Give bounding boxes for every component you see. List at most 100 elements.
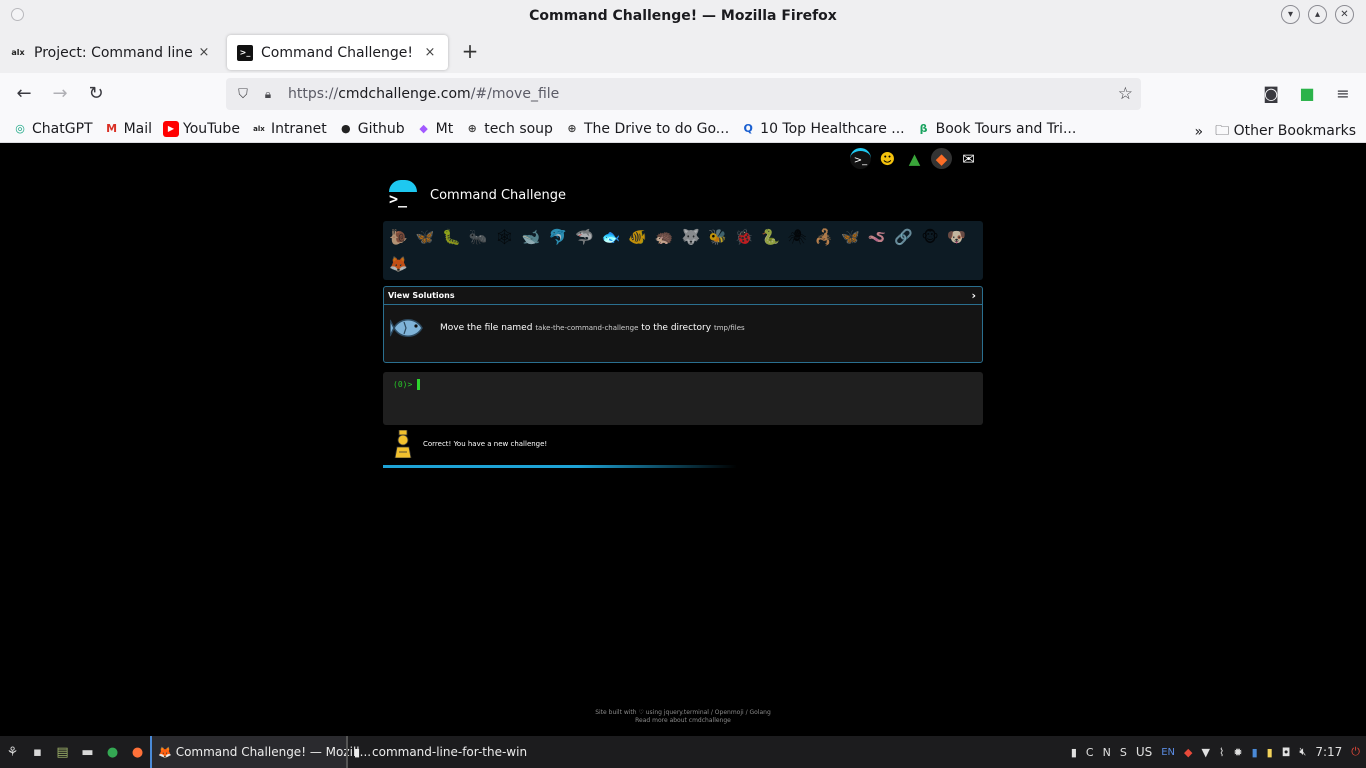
browser-app-icon[interactable]: ● [100,736,125,768]
tab-project-command-line[interactable]: alx Project: Command line fo × [0,35,222,70]
challenge-emoji[interactable]: 🦋 [412,224,439,250]
back-button[interactable]: ← [12,82,36,106]
notes-icon[interactable]: ▮ [1267,746,1273,759]
maximize-button[interactable]: ▴ [1308,5,1327,24]
pocket-icon[interactable]: ◙ [1260,82,1282,104]
new-tab-button[interactable]: + [458,40,482,64]
challenge-emoji[interactable]: 🦈 [571,224,598,250]
bookmark-intranet[interactable]: alx Intranet [251,121,327,137]
challenge-text: Move the file named take-the-command-cha… [440,323,745,333]
bookmark-youtube[interactable]: ▶ YouTube [163,120,240,137]
site-brand[interactable]: >_ Command Challenge [387,180,566,210]
bookmark-tech-soup[interactable]: ⊕ tech soup [464,121,553,137]
challenge-emoji[interactable]: 🕷 [784,224,811,250]
bookmark-the-drive[interactable]: ⊕ The Drive to do Go... [564,121,729,137]
tray-letter-n[interactable]: N [1103,746,1111,759]
terminal-icon[interactable]: >_ [850,148,871,169]
challenge-emoji[interactable]: 🐋 [518,224,545,250]
terminal-input[interactable]: (0)> [383,372,983,425]
anydesk-icon[interactable]: ◆ [1184,746,1192,759]
mail-icon[interactable]: ✉ [958,148,979,169]
forward-button[interactable]: → [48,82,72,106]
bookmark-chatgpt[interactable]: ◎ ChatGPT [12,121,92,137]
tray-letter-c[interactable]: C [1086,746,1094,759]
close-tab-icon[interactable]: × [422,45,438,60]
close-tab-icon[interactable]: × [196,45,212,60]
tab-command-challenge[interactable]: >_ Command Challenge! × [227,35,448,70]
window-menu-dot[interactable] [11,8,24,21]
firefox-app-icon[interactable]: ● [125,736,150,768]
bookmarks-overflow: » 🗀 Other Bookmarks [1195,120,1356,144]
terminal-app-icon[interactable]: ▬ [75,736,100,768]
challenge-emoji[interactable]: 🐍 [757,224,784,250]
desktop-icon[interactable]: ▪ [25,736,50,768]
power-icon[interactable]: ⏻ [1351,745,1360,759]
challenge-emoji[interactable]: 🐶 [943,224,970,250]
lock-icon[interactable]: 🔒︎ [260,87,276,102]
bookmark-star-icon[interactable]: ☆ [1118,84,1133,104]
view-solutions-toggle[interactable]: View Solutions › [384,287,982,305]
wifi-icon[interactable]: ▼ [1202,746,1210,759]
chevron-right-icon: › [971,289,976,302]
keyboard-layout[interactable]: US [1136,745,1152,759]
screenshot-icon[interactable]: ◘ [1282,746,1291,759]
challenge-emoji[interactable]: 🐝 [704,224,731,250]
file-manager-icon[interactable]: ▤ [50,736,75,768]
challenge-emoji[interactable]: 🐜 [465,224,492,250]
bookmark-mt[interactable]: ◆ Mt [416,121,453,137]
bookmark-github[interactable]: ● Github [338,121,405,137]
menu-hamburger-icon[interactable]: ≡ [1332,82,1354,104]
challenge-panel: View Solutions › Move the file named tak… [383,286,983,363]
close-window-button[interactable]: ✕ [1335,5,1354,24]
app-launcher-icon[interactable]: ⚘ [0,736,25,768]
challenge-emoji[interactable]: 🔗 [890,224,917,250]
tracking-protection-shield-icon[interactable]: ⛉ [234,87,252,102]
challenge-emoji[interactable]: 🦋 [837,224,864,250]
folder-icon: 🗀 [1215,123,1230,139]
reload-button[interactable]: ↻ [84,82,108,106]
bookmark-healthcare[interactable]: Q 10 Top Healthcare ... [740,121,904,137]
folder-icon: ▮ [354,745,361,759]
fish-icon [390,319,423,337]
taskbar-folder-window[interactable]: ▮ command-line-for-the-win [346,736,533,768]
more-bookmarks-chevron-icon[interactable]: » [1195,124,1204,140]
language-indicator[interactable]: EN [1161,747,1175,758]
minimize-button[interactable]: ▾ [1281,5,1300,24]
challenge-emoji[interactable]: 🐬 [545,224,572,250]
tray-letter-s[interactable]: S [1120,746,1127,759]
bookmark-book-tours[interactable]: β Book Tours and Tri... [916,121,1077,137]
challenge-emoji[interactable]: 🐞 [731,224,758,250]
github-icon: ● [340,122,351,135]
challenge-emoji-current[interactable]: 🐟 [598,224,625,250]
paperclip-icon[interactable]: ⌇ [1219,746,1224,759]
bookmarks-toolbar: ◎ ChatGPT M Mail ▶ YouTube alx Intranet ● Git… [0,115,1366,143]
extension-icon[interactable]: ■ [1296,82,1318,104]
address-bar[interactable]: ⛉ 🔒︎ https://cmdchallenge.com/#/move_fil… [226,78,1141,110]
challenge-emoji[interactable]: 🦂 [811,224,838,250]
window-controls: ▾ ▴ ✕ [1281,5,1354,24]
tree-icon[interactable]: ▲ [904,148,925,169]
challenge-emoji[interactable]: 🐌 [385,224,412,250]
challenge-emoji[interactable]: 🦊 [385,251,412,277]
challenge-emoji[interactable]: 🦔 [651,224,678,250]
challenge-emoji[interactable]: 🐵 [917,224,944,250]
clock[interactable]: 7:17 [1315,745,1342,759]
taskbar-firefox-window[interactable]: 🦊 Command Challenge! — Mozill... [150,736,371,768]
settings-icon[interactable]: ✹ [1233,746,1242,759]
challenge-emoji[interactable]: 🐠 [624,224,651,250]
challenge-emoji[interactable]: 🕸 [491,224,518,250]
challenge-emoji[interactable]: 🪱 [864,224,891,250]
notification-icon[interactable]: ▮ [1252,746,1258,759]
folder-tray-icon[interactable]: ▮ [1071,746,1077,759]
thinking-face-icon[interactable]: ☻ [877,148,898,169]
url-text[interactable]: https://cmdchallenge.com/#/move_file [288,86,1118,102]
gitlab-fox-icon[interactable]: ◆ [931,148,952,169]
challenge-emoji[interactable]: 🐺 [678,224,705,250]
bookmark-mail[interactable]: M Mail [104,121,152,137]
challenge-emoji[interactable]: 🐛 [438,224,465,250]
footer-read-more-link[interactable]: Read more about cmdchallenge [0,717,1366,725]
q-logo-icon: Q [743,122,753,135]
navigation-toolbar: ← → ↻ ⛉ 🔒︎ https://cmdchallenge.com/#/mo… [0,73,1366,115]
mute-icon[interactable]: 🔇︎ [1299,745,1306,759]
other-bookmarks[interactable]: 🗀 Other Bookmarks [1215,120,1356,144]
